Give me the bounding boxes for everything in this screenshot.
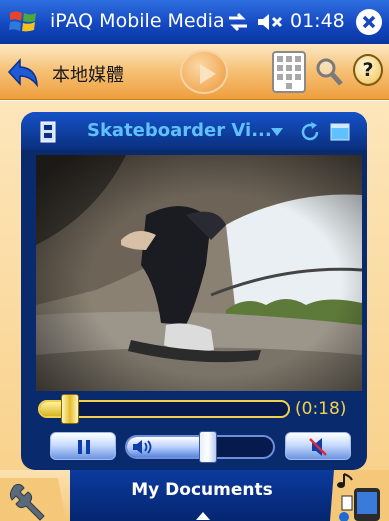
volume-thumb[interactable] — [198, 431, 217, 463]
film-icon — [40, 121, 56, 143]
speaker-icon — [133, 440, 152, 454]
connectivity-icon[interactable] — [226, 11, 250, 33]
keypad-grid-icon — [277, 56, 301, 89]
clock: 01:48 — [290, 10, 345, 32]
pause-button[interactable] — [50, 432, 116, 460]
video-title[interactable]: Skateboarder Vi... — [87, 120, 272, 141]
dropdown-icon[interactable] — [270, 126, 284, 138]
title-bar: iPAQ Mobile Media 01:48 — [0, 0, 389, 44]
close-button[interactable] — [356, 9, 382, 35]
toolbar-label: 本地媒體 — [52, 65, 124, 86]
mute-icon — [309, 438, 327, 456]
elapsed-time: (0:18) — [295, 399, 347, 419]
pause-icon — [78, 440, 82, 454]
video-viewport[interactable] — [36, 155, 362, 391]
app-title: iPAQ Mobile Media — [50, 10, 225, 32]
help-button[interactable]: ? — [353, 54, 383, 86]
folder-label: My Documents — [131, 480, 273, 500]
back-arrow-icon[interactable] — [6, 56, 40, 88]
mute-button[interactable] — [285, 432, 351, 460]
volume-muted-icon[interactable] — [256, 11, 284, 33]
toolbar: 本地媒體 ? — [0, 44, 389, 100]
seek-thumb[interactable] — [60, 394, 79, 424]
device-music-icon[interactable] — [330, 470, 389, 521]
up-arrow-icon[interactable] — [196, 512, 210, 520]
refresh-icon[interactable] — [298, 120, 322, 144]
wrench-icon[interactable] — [0, 478, 66, 521]
play-button[interactable] — [180, 50, 228, 94]
windows-start-icon[interactable] — [8, 7, 38, 37]
play-icon — [200, 64, 216, 84]
close-icon — [362, 15, 376, 29]
keypad-grid-button[interactable] — [272, 51, 306, 93]
window-icon[interactable] — [330, 123, 350, 141]
search-icon[interactable] — [314, 56, 344, 88]
pause-icon-bar — [86, 440, 90, 454]
video-frame-image — [36, 155, 362, 391]
